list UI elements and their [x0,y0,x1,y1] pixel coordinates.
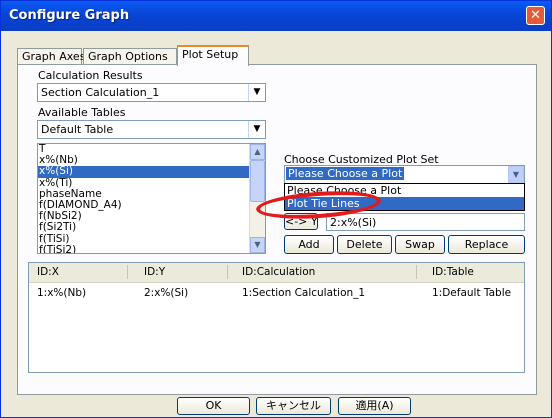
column-list-item[interactable]: f(TiSi) [38,233,265,245]
swap-button[interactable]: Swap [395,235,445,254]
plot-list-grid[interactable]: ID:X ID:Y ID:Calculation ID:Table 1:x%(N… [28,262,525,373]
window-title: Configure Graph [9,8,130,23]
column-list-item[interactable]: f(Si2Ti) [38,222,265,233]
add-button[interactable]: Add [284,235,334,254]
cancel-button[interactable]: キャンセル [256,397,331,415]
delete-button[interactable]: Delete [337,235,392,254]
configure-graph-dialog: Configure Graph ✕ Graph Axes Graph Optio… [0,0,552,418]
apply-button[interactable]: 適用(A) [338,397,411,415]
columns-scrollbar[interactable]: ▲ ▼ [249,144,265,253]
scroll-down-icon[interactable]: ▼ [250,237,265,253]
available-tables-value: Default Table [41,123,114,136]
title-bar[interactable]: Configure Graph ✕ [1,1,551,31]
column-header[interactable]: ID:Calculation [242,266,315,278]
grid-cell[interactable]: 2:x%(Si) [144,287,188,299]
grid-cell[interactable]: 1:Section Calculation_1 [242,287,365,299]
chevron-down-icon[interactable]: ▼ [248,84,265,101]
columns-list-items: Tx%(Nb) x%(Si) x%(Ti) phaseName f(DIAMOND_A4… [38,144,265,253]
available-tables-select[interactable]: Default Table ▼ [37,120,266,139]
replace-button[interactable]: Replace [448,235,525,254]
tab-graph-options[interactable]: Graph Options [83,48,177,65]
tab-graph-axes[interactable]: Graph Axes [17,48,85,65]
grid-header: ID:X ID:Y ID:Calculation ID:Table [29,263,524,283]
column-header[interactable]: ID:Y [144,266,165,278]
calculation-results-label: Calculation Results [38,69,143,82]
close-icon[interactable]: ✕ [526,6,545,25]
column-divider[interactable] [416,265,417,279]
plot-set-select[interactable]: Please Choose a Plot ▼ [284,165,525,184]
plot-set-value: Please Choose a Plot [286,167,405,180]
calculation-results-value: Section Calculation_1 [41,86,160,99]
calculation-results-select[interactable]: Section Calculation_1 ▼ [37,83,266,102]
column-header[interactable]: ID:X [37,266,59,278]
y-axis-field[interactable]: 2:x%(Si) [326,213,525,231]
scroll-up-icon[interactable]: ▲ [250,144,265,160]
grid-cell[interactable]: 1:Default Table [432,287,511,299]
column-list-item[interactable]: f(TiSi2) [38,244,265,253]
column-header[interactable]: ID:Table [432,266,474,278]
column-list-item[interactable]: x%(Si) [38,166,265,178]
grid-cell[interactable]: 1:x%(Nb) [37,287,86,299]
column-divider[interactable] [127,265,128,279]
tab-plot-setup[interactable]: Plot Setup [177,45,249,66]
column-divider[interactable] [227,265,228,279]
columns-list[interactable]: Tx%(Nb) x%(Si) x%(Ti) phaseName f(DIAMOND_A4… [37,143,266,254]
chevron-down-icon[interactable]: ▼ [508,166,524,183]
available-tables-label: Available Tables [38,106,126,119]
y-axis-value: 2:x%(Si) [330,216,377,229]
chevron-down-icon[interactable]: ▼ [248,121,265,138]
scroll-thumb[interactable] [250,160,265,202]
ok-button[interactable]: OK [177,397,250,415]
